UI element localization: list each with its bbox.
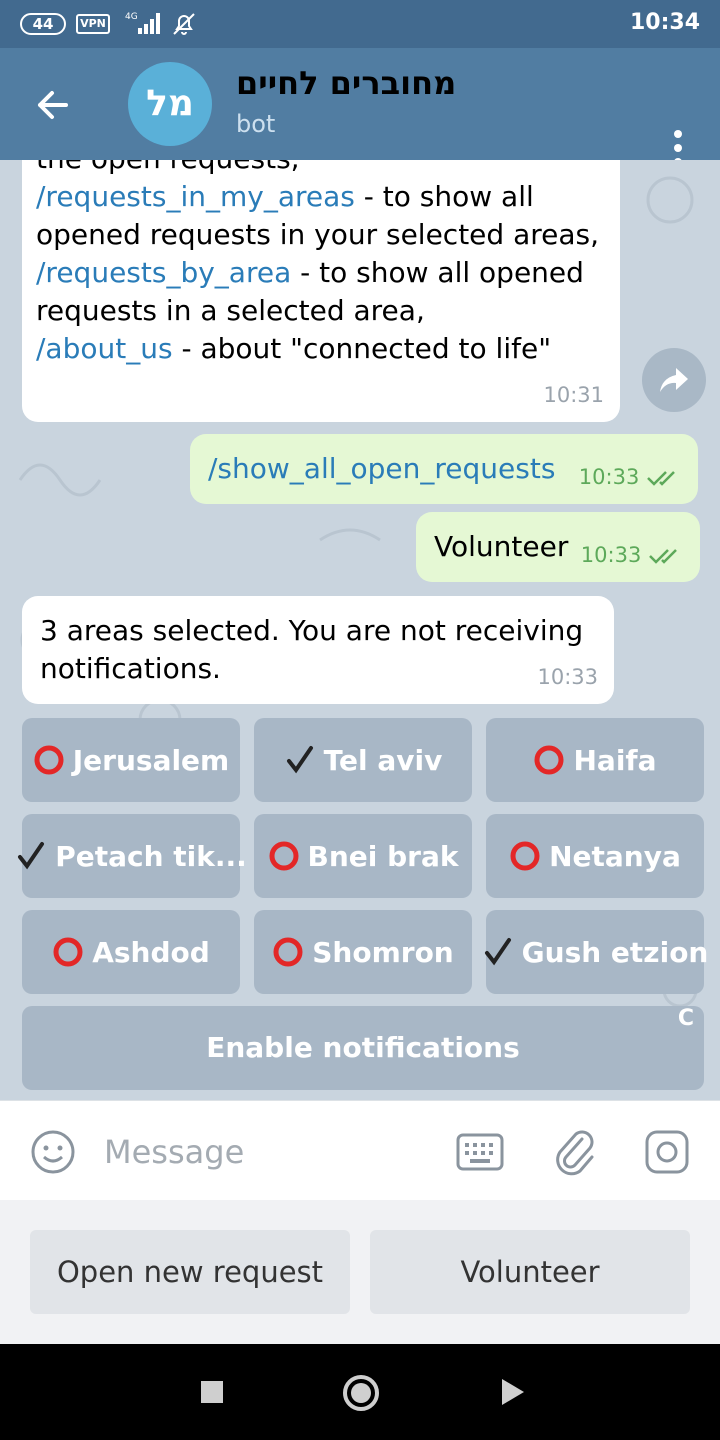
area-button-label: Netanya — [549, 839, 681, 873]
avatar[interactable]: מל — [128, 62, 212, 146]
area-button-label: Bnei brak — [307, 839, 459, 873]
enable-notifications-button[interactable]: Enable notifications C — [22, 1006, 704, 1090]
area-button-label: Petach tik... — [55, 839, 247, 873]
message-bubble-outgoing[interactable]: /show_all_open_requests 10:33 — [190, 434, 698, 504]
battery-indicator: 44 — [20, 13, 66, 35]
attach-icon[interactable] — [552, 1127, 598, 1177]
back-arrow-icon[interactable] — [28, 78, 82, 132]
area-button-jerusalem[interactable]: Jerusalem — [22, 718, 240, 802]
checkmark-icon — [286, 746, 313, 774]
command-link-requests-by-area[interactable]: /requests_by_area — [36, 256, 291, 289]
emoji-icon[interactable] — [30, 1129, 76, 1175]
camera-icon[interactable] — [644, 1129, 690, 1175]
recent-apps-icon[interactable] — [201, 1381, 223, 1403]
area-button-label: Ashdod — [92, 935, 210, 969]
vpn-indicator: VPN — [76, 14, 110, 34]
message-time-text: 10:33 — [580, 543, 642, 567]
keyboard-icon[interactable] — [456, 1133, 504, 1171]
open-new-request-button[interactable]: Open new request — [30, 1230, 350, 1314]
enable-notifications-label: Enable notifications — [206, 1031, 520, 1064]
message-time-text: 10:33 — [578, 465, 640, 489]
area-button-label: Gush etzion — [521, 935, 709, 969]
area-button-label: Shomron — [312, 935, 454, 969]
system-navigation-bar — [0, 1344, 720, 1440]
home-icon[interactable] — [343, 1375, 379, 1411]
command-link-about-us[interactable]: /about_us — [36, 332, 173, 365]
status-bar: 44 VPN 4G 10:34 — [0, 0, 720, 48]
area-button-haifa[interactable]: Haifa — [486, 718, 704, 802]
unselected-circle-icon — [269, 841, 298, 871]
unselected-circle-icon — [534, 745, 564, 775]
silent-bell-icon — [173, 13, 195, 35]
area-button-label: Haifa — [573, 743, 657, 777]
message-time: 10:33 — [579, 458, 682, 496]
message-text-part: - about "connected to life" — [172, 332, 552, 365]
status-time: 10:34 — [629, 10, 700, 35]
message-text: the open requests,/requests_in_my_areas … — [36, 160, 616, 368]
message-text-part: the open requests, — [36, 160, 300, 175]
message-bubble-incoming[interactable]: 3 areas selected. You are not receiving … — [22, 596, 614, 704]
message-text: Volunteer — [434, 530, 569, 563]
message-bubble-outgoing[interactable]: Volunteer 10:33 — [416, 512, 700, 582]
chat-title[interactable]: מחוברים לחיים — [236, 64, 456, 102]
area-button-label: Tel aviv — [323, 743, 443, 777]
area-button-gush-etzion[interactable]: Gush etzion — [484, 910, 708, 994]
message-list[interactable]: the open requests,/requests_in_my_areas … — [0, 160, 720, 1100]
unselected-circle-icon — [53, 937, 83, 967]
checkmark-icon — [484, 938, 511, 966]
area-button-petach-tikva[interactable]: Petach tik... — [18, 814, 247, 898]
command-link-requests-in-my-areas[interactable]: /requests_in_my_areas — [36, 180, 355, 213]
composer — [0, 1100, 720, 1200]
area-button-tel-aviv[interactable]: Tel aviv — [254, 718, 472, 802]
unselected-circle-icon — [34, 745, 64, 775]
message-time: 10:31 — [543, 383, 604, 407]
chat-subtitle: bot — [236, 110, 276, 138]
area-button-bnei-brak[interactable]: Bnei brak — [254, 814, 472, 898]
message-text[interactable]: /show_all_open_requests — [208, 450, 555, 488]
network-type: 4G — [125, 12, 138, 22]
message-time: 10:33 — [581, 536, 684, 574]
area-button-ashdod[interactable]: Ashdod — [22, 910, 240, 994]
message-input[interactable] — [104, 1127, 424, 1177]
message-text: 3 areas selected. You are not receiving … — [40, 614, 584, 685]
volunteer-button[interactable]: Volunteer — [370, 1230, 690, 1314]
message-time: 10:33 — [537, 665, 598, 689]
read-checkmarks-icon — [647, 471, 675, 486]
callback-indicator: C — [677, 1006, 694, 1031]
unselected-circle-icon — [510, 841, 540, 871]
area-button-label: Jerusalem — [72, 743, 230, 777]
area-button-shomron[interactable]: Shomron — [254, 910, 472, 994]
read-checkmarks-icon — [649, 549, 677, 564]
unselected-circle-icon — [273, 937, 303, 967]
back-triangle-icon[interactable] — [502, 1379, 524, 1405]
message-bubble-incoming[interactable]: the open requests,/requests_in_my_areas … — [22, 160, 620, 422]
checkmark-icon — [18, 842, 45, 870]
reply-keyboard: Open new request Volunteer — [0, 1200, 720, 1344]
share-icon[interactable] — [642, 348, 706, 412]
area-button-netanya[interactable]: Netanya — [486, 814, 704, 898]
signal-icon: 4G — [125, 12, 160, 34]
